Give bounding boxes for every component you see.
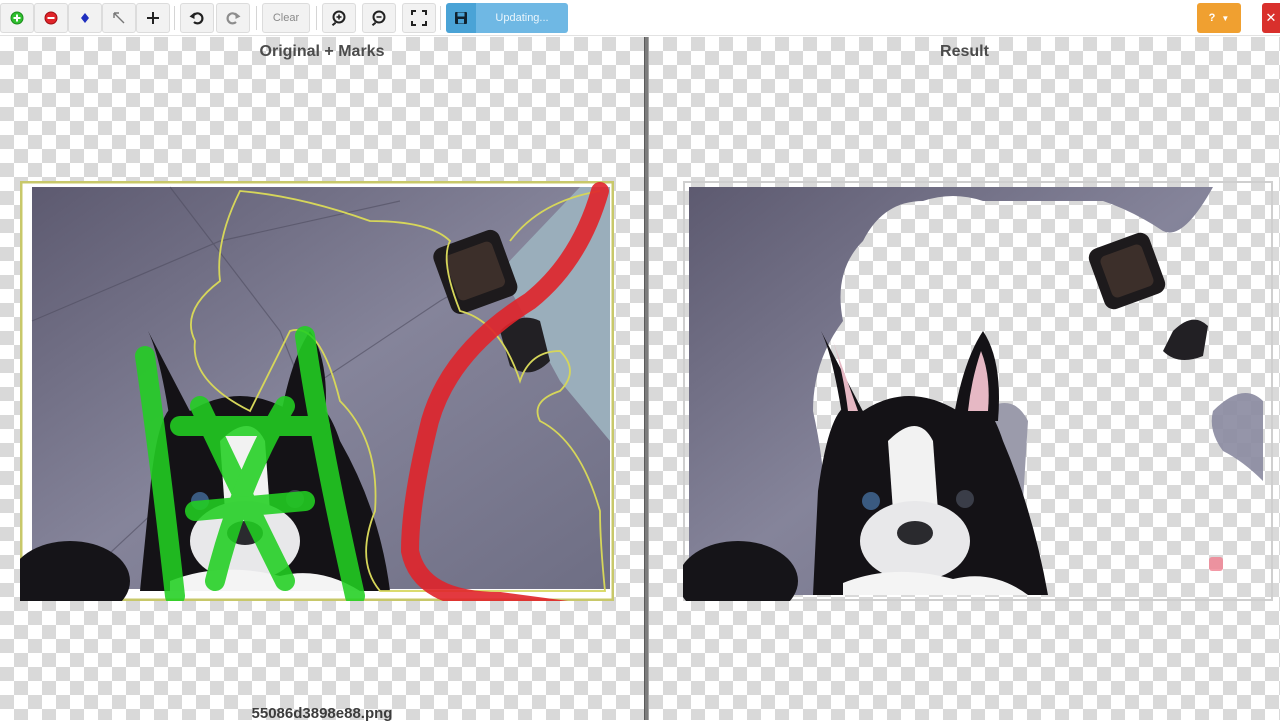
fit-screen-icon — [411, 10, 427, 26]
pan-icon — [147, 12, 159, 24]
hair-detail-icon — [81, 13, 89, 23]
undo-button[interactable] — [180, 3, 214, 33]
pane-title-result: Result — [940, 43, 989, 60]
result-red-remnant — [1209, 557, 1223, 571]
exit-icon: ✕ — [1265, 10, 1277, 25]
zoom-out-icon — [371, 10, 386, 27]
toolbar-separator — [256, 6, 257, 30]
mark-background-icon — [44, 11, 58, 25]
result-pane[interactable]: Result — [649, 37, 1280, 720]
help-button[interactable]: ? ▼ — [1197, 3, 1241, 33]
result-dark-object — [1163, 319, 1208, 360]
updating-status-button[interactable]: Updating... — [476, 3, 568, 33]
original-photo-canvas[interactable] — [20, 181, 614, 601]
dropdown-caret-icon: ▼ — [1221, 13, 1230, 23]
exit-button[interactable]: ✕ — [1262, 3, 1280, 33]
redo-button[interactable] — [216, 3, 250, 33]
result-leftover-fragment — [1211, 393, 1263, 481]
pan-button[interactable] — [136, 3, 170, 33]
add-foreground-button[interactable] — [0, 3, 34, 33]
original-marks-pane[interactable]: Original + Marks 55086d3898e88.png — [0, 37, 644, 722]
eraser-icon — [113, 12, 125, 24]
toolbar-separator — [440, 6, 441, 30]
help-label: ? — [1208, 12, 1216, 24]
hair-detail-button[interactable] — [68, 3, 102, 33]
toolbar-separator — [174, 6, 175, 30]
save-button[interactable] — [446, 3, 476, 33]
fit-screen-button[interactable] — [402, 3, 436, 33]
file-name-label: 55086d3898e88.png — [251, 705, 393, 722]
undo-icon — [189, 12, 204, 25]
save-icon — [455, 12, 467, 24]
add-foreground-icon — [10, 11, 24, 25]
result-photo-canvas[interactable] — [683, 181, 1273, 601]
mark-background-button[interactable] — [34, 3, 68, 33]
zoom-in-button[interactable] — [322, 3, 356, 33]
toolbar: Clear Updating... ? ▼ ✕ — [0, 0, 1280, 36]
redo-icon — [226, 12, 241, 25]
pane-title-original: Original + Marks — [259, 43, 385, 60]
zoom-in-icon — [331, 10, 346, 27]
toolbar-separator — [316, 6, 317, 30]
zoom-out-button[interactable] — [362, 3, 396, 33]
eraser-button[interactable] — [102, 3, 136, 33]
clear-button[interactable]: Clear — [262, 3, 310, 33]
